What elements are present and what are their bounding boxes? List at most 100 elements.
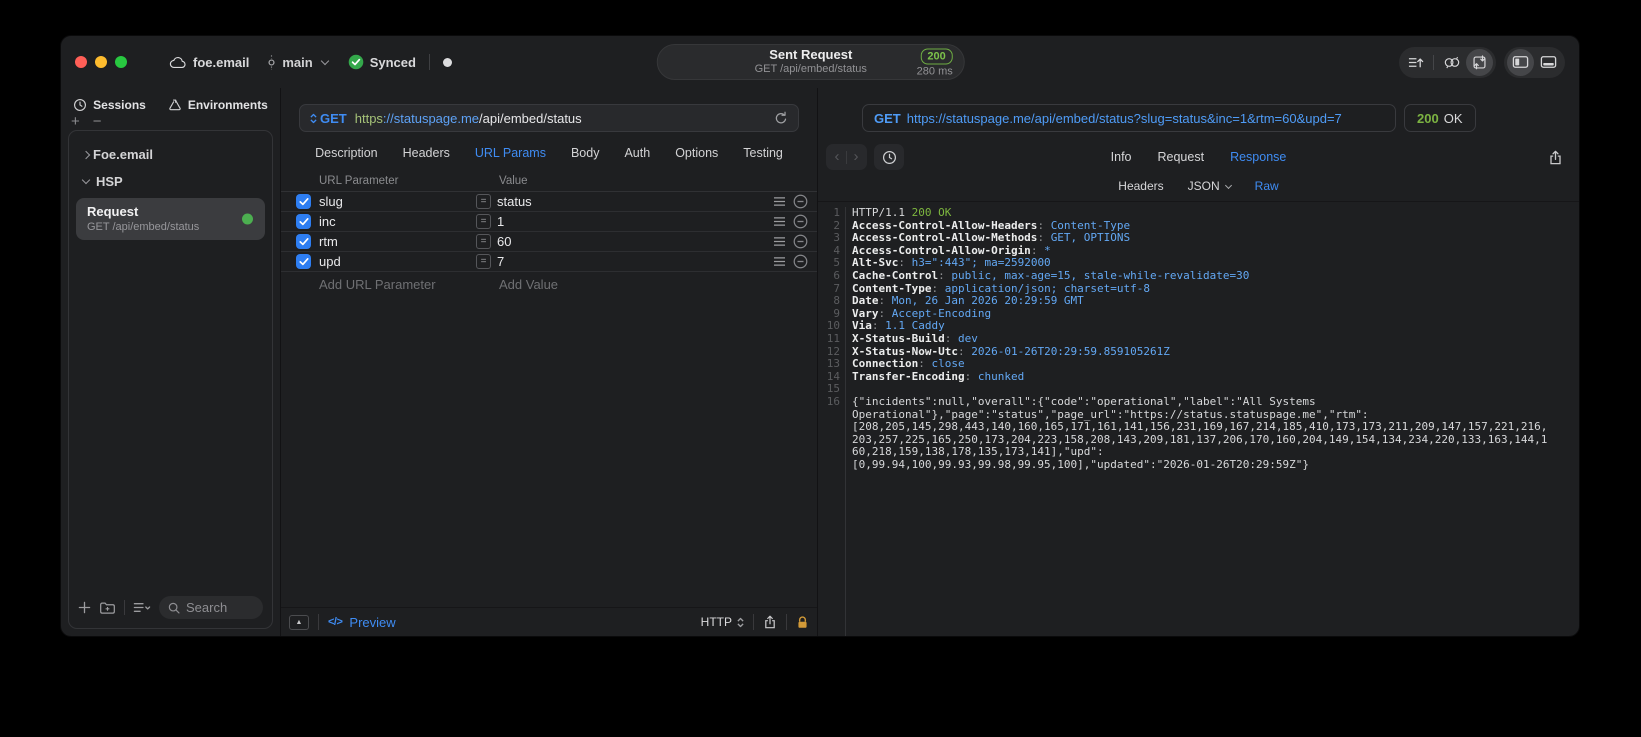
- toggle-sidebar-button[interactable]: [1507, 48, 1534, 76]
- tab-json[interactable]: JSON: [1188, 179, 1232, 193]
- param-value-field[interactable]: status: [497, 194, 773, 209]
- import-box-icon: [1473, 54, 1486, 69]
- tab-headers[interactable]: Headers: [403, 146, 450, 160]
- history-back-button[interactable]: ‹: [828, 145, 846, 169]
- tab-url-params[interactable]: URL Params: [475, 146, 546, 160]
- line-number: [818, 409, 840, 422]
- tab-environments[interactable]: Environments: [168, 98, 268, 112]
- request-url-text[interactable]: https://statuspage.me/api/embed/status: [355, 111, 582, 126]
- collapse-panel-button[interactable]: ▲: [289, 614, 309, 630]
- ssl-lock-icon[interactable]: [796, 615, 809, 630]
- tab-response[interactable]: Response: [1230, 150, 1286, 164]
- reorder-lines-icon[interactable]: [773, 196, 786, 207]
- preview-label: Preview: [349, 614, 396, 630]
- param-name-field[interactable]: upd: [319, 254, 476, 269]
- response-text: HTTP/1.1 200 OK Access-Control-Allow-Head…: [846, 207, 1547, 636]
- resend-refresh-icon[interactable]: [774, 111, 788, 126]
- remove-session-button[interactable]: −: [93, 114, 102, 129]
- line-number: 3: [833, 231, 840, 245]
- new-group-folder-icon[interactable]: [99, 601, 116, 615]
- reorder-lines-icon[interactable]: [773, 256, 786, 267]
- history-clock-icon: [882, 150, 896, 164]
- sent-request-summary[interactable]: Sent Request GET /api/embed/status 200 2…: [656, 44, 965, 80]
- add-value-button[interactable]: Add Value: [499, 277, 558, 292]
- history-forward-button[interactable]: ›: [847, 145, 865, 169]
- toolbar-group-requests: [1399, 46, 1496, 78]
- param-value-field[interactable]: 7: [497, 254, 773, 269]
- request-order-button[interactable]: [1402, 49, 1429, 76]
- param-checkbox[interactable]: [296, 234, 311, 249]
- column-url-parameter: URL Parameter: [319, 174, 399, 187]
- minimize-window-button[interactable]: [95, 56, 107, 68]
- preview-button[interactable]: </> Preview: [328, 615, 396, 630]
- tab-testing[interactable]: Testing: [743, 146, 783, 160]
- method-selector[interactable]: GET: [310, 111, 347, 126]
- share-icon[interactable]: [763, 614, 777, 630]
- url-param-row: inc = 1: [281, 212, 817, 232]
- reorder-lines-icon[interactable]: [773, 216, 786, 227]
- tab-request[interactable]: Request: [1158, 150, 1205, 164]
- reorder-lines-icon[interactable]: [773, 236, 786, 247]
- tab-body[interactable]: Body: [571, 146, 600, 160]
- branch-switcher[interactable]: main: [267, 54, 329, 70]
- request-url-bar[interactable]: GET https://statuspage.me/api/embed/stat…: [299, 104, 799, 132]
- add-request-icon[interactable]: [78, 601, 91, 614]
- close-window-button[interactable]: [75, 56, 87, 68]
- remove-param-icon[interactable]: [793, 234, 808, 249]
- tab-auth[interactable]: Auth: [624, 146, 650, 160]
- tab-raw[interactable]: Raw: [1255, 179, 1279, 193]
- add-url-parameter-button[interactable]: Add URL Parameter: [319, 277, 499, 292]
- project-switcher[interactable]: foe.email: [169, 55, 249, 70]
- tab-description[interactable]: Description: [315, 146, 378, 160]
- sent-url: https://statuspage.me/api/embed/status?s…: [906, 110, 1342, 126]
- http-version-label: HTTP: [700, 615, 732, 629]
- footer-divider: [786, 614, 787, 630]
- url-params-rows: slug = status inc = 1 rtm = 60 upd = 7: [281, 192, 817, 272]
- http-version-selector[interactable]: HTTP: [701, 615, 744, 629]
- export-response-button[interactable]: [1548, 149, 1563, 166]
- fullscreen-window-button[interactable]: [115, 56, 127, 68]
- sync-status[interactable]: Synced: [348, 54, 416, 70]
- remove-param-icon[interactable]: [793, 254, 808, 269]
- tab-options[interactable]: Options: [675, 146, 718, 160]
- toolbar-group-panels: [1504, 46, 1565, 78]
- titlebar: foe.email main Synced Sent Request GET /…: [61, 36, 1579, 88]
- line-number: [818, 446, 840, 459]
- toggle-bottom-panel-button[interactable]: [1535, 49, 1562, 76]
- request-editor: GET https://statuspage.me/api/embed/stat…: [281, 88, 818, 636]
- history-button[interactable]: [874, 144, 904, 170]
- add-session-button[interactable]: +: [71, 114, 80, 129]
- line-number: 13: [826, 357, 840, 371]
- line-number: [818, 459, 840, 472]
- raw-response-view[interactable]: 1 2 3 4 5 6 7 8 9 10 11 12 13 14 15 16 HTTP/1.1 200 OK A…: [818, 201, 1579, 636]
- param-checkbox[interactable]: [296, 254, 311, 269]
- param-value-field[interactable]: 1: [497, 214, 773, 229]
- sidebar-search-input[interactable]: Search: [159, 596, 263, 619]
- param-value-field[interactable]: 60: [497, 234, 773, 249]
- column-value: Value: [499, 174, 528, 187]
- tab-headers[interactable]: Headers: [1118, 179, 1163, 193]
- desktop: foe.email main Synced Sent Request GET /…: [0, 0, 1641, 737]
- footer-divider: [753, 614, 754, 630]
- param-checkbox[interactable]: [296, 214, 311, 229]
- sent-request-line[interactable]: GET https://statuspage.me/api/embed/statu…: [862, 104, 1396, 132]
- panel-bottom-icon: [1540, 56, 1557, 68]
- url-param-row: rtm = 60: [281, 232, 817, 252]
- sync-loops-button[interactable]: [1438, 49, 1465, 76]
- import-request-button[interactable]: [1466, 48, 1493, 76]
- request-list-item-selected[interactable]: Request GET /api/embed/status: [76, 198, 265, 240]
- param-name-field[interactable]: slug: [319, 194, 476, 209]
- remove-param-icon[interactable]: [793, 194, 808, 209]
- param-checkbox[interactable]: [296, 194, 311, 209]
- tab-info[interactable]: Info: [1111, 150, 1132, 164]
- titlebar-separator: [428, 54, 430, 70]
- param-name-field[interactable]: rtm: [319, 234, 476, 249]
- remove-param-icon[interactable]: [793, 214, 808, 229]
- line-number: [818, 421, 840, 434]
- tree-group-foe-email[interactable]: Foe.email: [69, 141, 272, 168]
- param-name-field[interactable]: inc: [319, 214, 476, 229]
- sort-list-icon[interactable]: [133, 601, 151, 614]
- tab-sessions[interactable]: Sessions: [73, 98, 146, 112]
- sent-method: GET: [874, 110, 901, 126]
- tree-group-hsp[interactable]: HSP: [69, 168, 272, 195]
